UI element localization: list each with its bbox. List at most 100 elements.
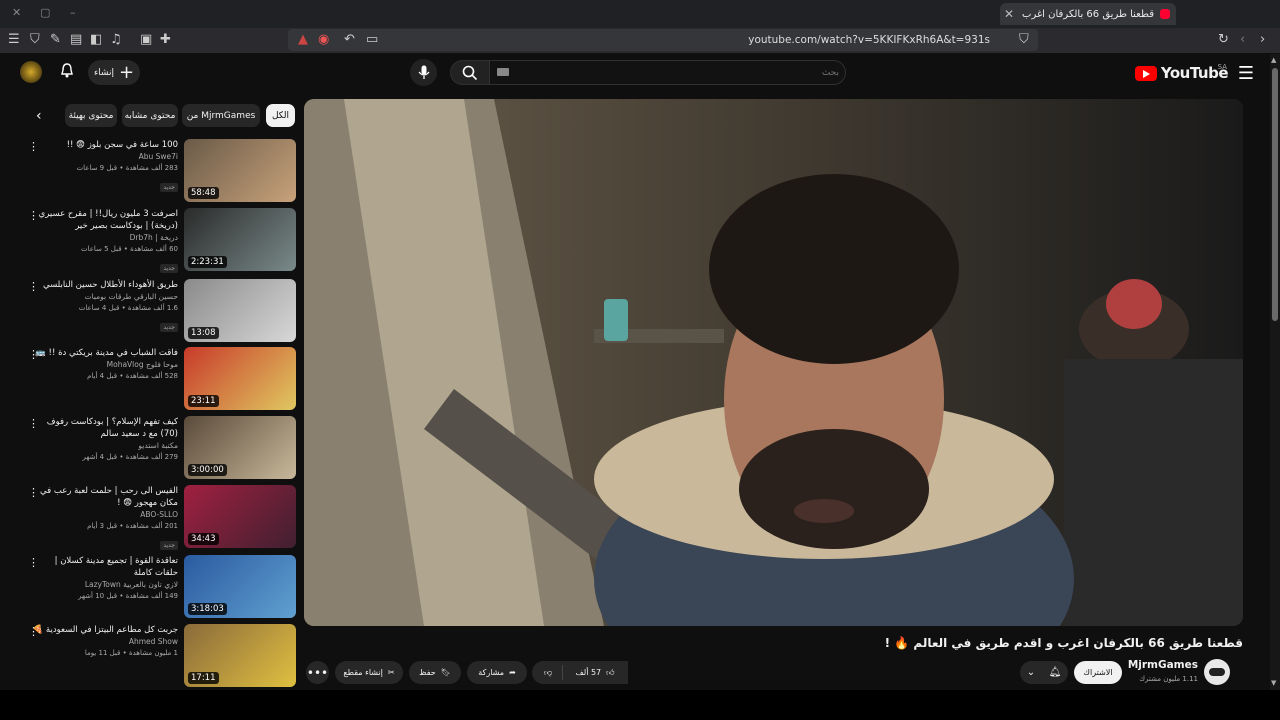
related-video-channel[interactable]: دريخة | Drb7h <box>32 232 178 244</box>
related-video-title[interactable]: تعاقدة القوة | تجميع مدينة كسلان | حلقات… <box>32 555 178 579</box>
window-maximize-icon[interactable]: ▢ <box>40 6 50 19</box>
share-button[interactable]: ➦ مشاركة <box>467 661 527 684</box>
scroll-down-icon[interactable]: ▼ <box>1271 679 1276 687</box>
video-thumbnail[interactable]: 3:00:00 <box>184 416 296 479</box>
new-badge: جديد <box>160 183 178 192</box>
related-video-channel[interactable]: Ahmed Show <box>32 636 178 648</box>
related-video-channel[interactable]: ABO-SLLO <box>32 509 178 521</box>
menu-icon[interactable]: ☰ <box>8 32 20 48</box>
search-input[interactable] <box>497 62 841 84</box>
video-thumbnail[interactable]: 23:11 <box>184 347 296 410</box>
notification-settings-button[interactable]: ⌄ 🔔︎ <box>1020 661 1068 684</box>
youtube-menu-icon[interactable]: ☰ <box>1238 63 1254 84</box>
video-info: تعاقدة القوة | تجميع مدينة كسلان | حلقات… <box>32 555 178 602</box>
video-duration: 17:11 <box>188 672 219 684</box>
more-icon[interactable]: ⋮ <box>28 210 39 221</box>
more-actions-button[interactable]: ••• <box>306 661 329 684</box>
video-thumbnail[interactable]: 34:43 <box>184 485 296 548</box>
dislike-button[interactable]: 👎︎ <box>534 661 562 684</box>
shield-icon[interactable]: ⛉ <box>30 32 40 48</box>
forward-icon[interactable]: › <box>1260 32 1265 48</box>
video-thumbnail[interactable]: 2:23:31 <box>184 208 296 271</box>
video-thumbnail[interactable]: 17:11 <box>184 624 296 687</box>
like-button[interactable]: 👍︎ 57 ألف <box>562 661 628 684</box>
extensions-icon[interactable]: ✚ <box>160 32 171 48</box>
create-button[interactable]: + إنشاء <box>88 60 140 85</box>
more-icon[interactable]: ⋮ <box>28 626 39 637</box>
related-video-meta: 283 ألف مشاهدة • قبل 9 ساعات <box>76 164 178 172</box>
reader-icon[interactable]: ▤ <box>70 32 82 48</box>
more-icon[interactable]: ⋮ <box>28 557 39 568</box>
chip-from-channel[interactable]: من MjrmGames <box>182 104 260 127</box>
related-video-channel[interactable]: موحا فلوج MohaVlog <box>32 359 178 371</box>
related-video-title[interactable]: كيف تفهم الإسلام؟ | بودكاست رفوف (70) مع… <box>32 416 178 440</box>
related-video-item[interactable]: 13:08 طريق الأهوداء الأطلال حسين النابلسي… <box>24 279 296 343</box>
related-video-title[interactable]: جربت كل مطاعم البيتزا في السعودية 🍕 <box>32 624 178 636</box>
pin-icon[interactable]: ✎ <box>50 32 61 48</box>
bookmark-icon[interactable]: ⛉ <box>1019 32 1029 48</box>
related-video-title[interactable]: الفيس الى رحب | حلمت لعبة رعب في مكان مه… <box>32 485 178 509</box>
related-video-item[interactable]: 34:43 الفيس الى رحب | حلمت لعبة رعب في مك… <box>24 485 296 550</box>
browser-tab[interactable]: قطعنا طريق 66 بالكرفان اغرب و ✕ <box>1000 3 1176 25</box>
more-icon[interactable]: ⋮ <box>28 418 39 429</box>
related-video-item[interactable]: 3:00:00 كيف تفهم الإسلام؟ | بودكاست رفوف … <box>24 416 296 480</box>
more-icon[interactable]: ⋮ <box>28 141 39 152</box>
search-button[interactable] <box>450 60 489 85</box>
reload-icon[interactable]: ↻ <box>1218 32 1229 48</box>
account-avatar[interactable] <box>20 61 42 83</box>
related-video-title[interactable]: فاقت الشباب في مدينة بريكتي دة !! 🚌 <box>32 347 178 359</box>
youtube-logo[interactable]: YouTube <box>1134 64 1229 82</box>
voice-search-button[interactable] <box>410 59 437 86</box>
address-bar-url[interactable]: youtube.com/watch?v=5KKIFKxRh6A&t=931s <box>290 30 990 50</box>
chip-all[interactable]: الكل <box>266 104 295 127</box>
related-video-title[interactable]: طريق الأهوداء الأطلال حسين النابلسي <box>32 279 178 291</box>
related-video-item[interactable]: 23:11 فاقت الشباب في مدينة بريكتي دة !! 🚌… <box>24 347 296 411</box>
related-video-item[interactable]: 17:11 جربت كل مطاعم البيتزا في السعودية 🍕… <box>24 624 296 688</box>
back-icon[interactable]: ‹ <box>1240 32 1245 48</box>
subscribe-button[interactable]: الاشتراك <box>1074 661 1122 684</box>
video-thumbnail[interactable]: 13:08 <box>184 279 296 342</box>
new-badge: جديد <box>160 323 178 332</box>
video-duration: 3:18:03 <box>188 603 227 615</box>
more-icon: ••• <box>306 665 329 680</box>
bookmark-icon: 🔖︎ <box>440 668 451 677</box>
window-minimize-icon[interactable]: – <box>70 6 76 19</box>
more-icon[interactable]: ⋮ <box>28 281 39 292</box>
video-thumbnail[interactable]: 58:48 <box>184 139 296 202</box>
scrollbar-thumb[interactable] <box>1272 68 1278 321</box>
keyboard-icon[interactable] <box>497 68 509 76</box>
chips-scroll-icon[interactable]: ‹ <box>36 108 42 124</box>
channel-name[interactable]: MjrmGames <box>1128 659 1198 671</box>
video-info: 100 ساعة في سجن بلوز 😨 !! Abu Swe7i 283 أل… <box>32 139 178 193</box>
subscriber-count: 1.11 مليون مشترك <box>1139 675 1198 683</box>
related-video-title[interactable]: اصرفت 3 مليون ريال!! | مقرح عسيري (دريخة… <box>32 208 178 232</box>
more-icon[interactable]: ⋮ <box>28 487 39 498</box>
related-video-item[interactable]: 3:18:03 تعاقدة القوة | تجميع مدينة كسلان … <box>24 555 296 619</box>
sidebar-icon[interactable]: ◧ <box>90 32 102 48</box>
related-video-title[interactable]: 100 ساعة في سجن بلوز 😨 !! <box>32 139 178 151</box>
channel-avatar[interactable] <box>1204 659 1230 685</box>
music-icon[interactable]: ♫ <box>110 32 122 48</box>
chip-related[interactable]: محتوى مشابه <box>122 104 178 127</box>
chevron-down-icon: ⌄ <box>1026 667 1036 678</box>
related-video-channel[interactable]: لازي تاون بالعربية LazyTown <box>32 579 178 591</box>
related-video-item[interactable]: 58:48 100 ساعة في سجن بلوز 😨 !! Abu Swe7i 2… <box>24 139 296 203</box>
related-video-channel[interactable]: مكتبة استديو <box>32 440 178 452</box>
related-video-item[interactable]: 2:23:31 اصرفت 3 مليون ريال!! | مقرح عسيري… <box>24 208 296 273</box>
scroll-up-icon[interactable]: ▲ <box>1271 56 1276 64</box>
tab-manager-icon[interactable]: ▣ <box>140 32 152 48</box>
window-close-icon[interactable]: ✕ <box>12 6 21 19</box>
clip-button[interactable]: ✂ إنشاء مقطع <box>335 661 403 684</box>
video-player[interactable] <box>304 99 1243 626</box>
tab-close-icon[interactable]: ✕ <box>1004 7 1014 21</box>
save-button[interactable]: 🔖︎ حفظ <box>409 661 461 684</box>
bell-icon: 🔔︎ <box>1048 667 1062 678</box>
notifications-button[interactable] <box>60 63 74 82</box>
related-video-channel[interactable]: حسين البارقي طرقات بومبات <box>32 291 178 303</box>
related-video-channel[interactable]: Abu Swe7i <box>32 151 178 163</box>
chip-fun[interactable]: محتوى بهيئة <box>65 104 117 127</box>
video-duration: 2:23:31 <box>188 256 227 268</box>
more-icon[interactable]: ⋮ <box>28 349 39 360</box>
new-badge: جديد <box>160 264 178 273</box>
video-thumbnail[interactable]: 3:18:03 <box>184 555 296 618</box>
